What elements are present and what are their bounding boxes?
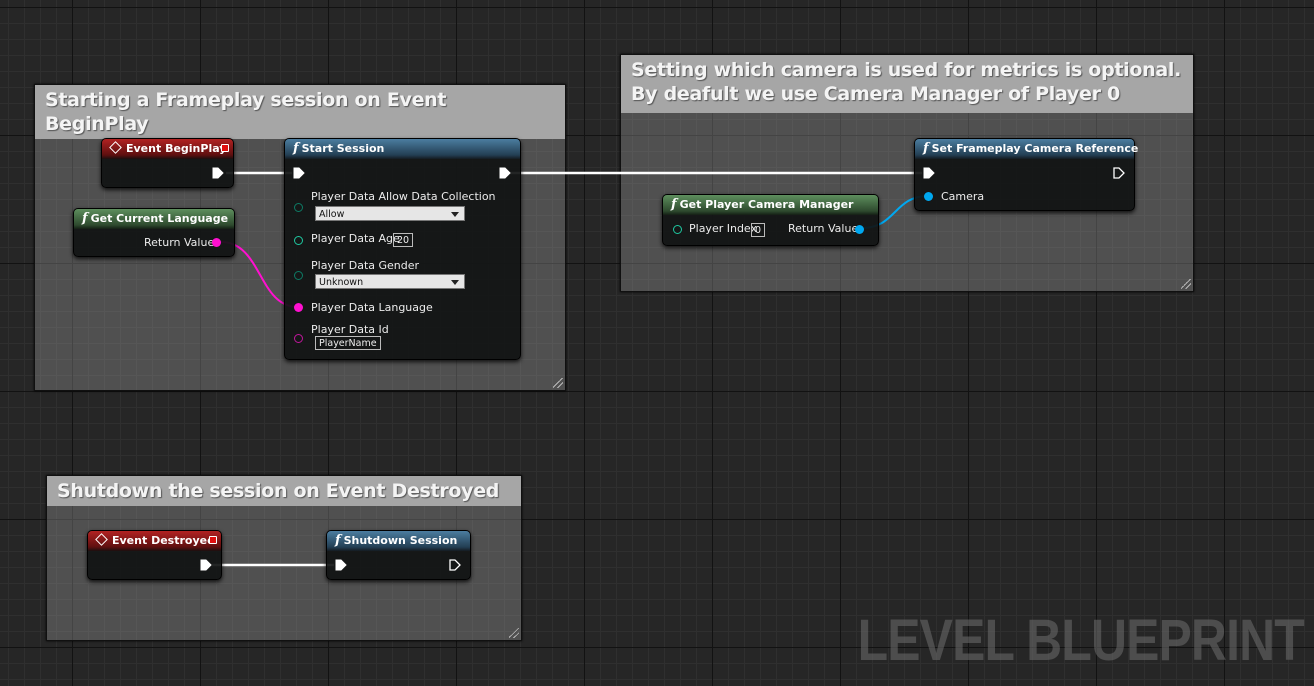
event-delegate-pin[interactable]: [209, 536, 217, 544]
object-in-pin-icon[interactable]: [924, 192, 933, 201]
wires: [212, 171, 929, 567]
function-f-icon: f: [335, 533, 341, 548]
node-event-beginplay-header[interactable]: Event BeginPlay: [102, 139, 233, 159]
player-gender-label: Player Data Gender: [311, 259, 420, 272]
exec-in-pin-icon[interactable]: [293, 167, 305, 179]
function-f-icon: f: [923, 141, 929, 156]
node-get-current-language[interactable]: f Get Current Language Return Value: [73, 208, 235, 257]
player-language-label: Player Data Language: [311, 301, 433, 314]
player-gender-dropdown[interactable]: Unknown: [315, 274, 465, 289]
function-f-icon: f: [671, 197, 677, 212]
player-index-label: Player Index: [689, 222, 758, 235]
level-blueprint-watermark: LEVEL BLUEPRINT: [857, 608, 1305, 673]
node-event-destroyed-header[interactable]: Event Destroyed: [88, 531, 221, 551]
camera-label: Camera: [941, 190, 985, 203]
exec-out-pin-icon[interactable]: [212, 167, 224, 179]
player-gender-value: Unknown: [319, 277, 364, 288]
node-title: Get Player Camera Manager: [679, 198, 854, 211]
node-title: Get Current Language: [90, 212, 229, 225]
exec-out-pin-icon[interactable]: [449, 559, 461, 571]
player-id-label: Player Data Id: [311, 323, 389, 336]
event-delegate-pin[interactable]: [221, 144, 229, 152]
node-shutdown-session-header[interactable]: f Shutdown Session: [327, 531, 470, 551]
object-out-pin-icon[interactable]: [855, 225, 864, 234]
chevron-down-icon: [451, 212, 459, 217]
node-set-frameplay-camera-reference[interactable]: f Set Frameplay Camera Reference Camera: [914, 138, 1138, 211]
byte-in-pin-icon[interactable]: [294, 203, 303, 212]
node-title: Event Destroyed: [112, 534, 215, 547]
return-value-label: Return Value: [144, 236, 215, 249]
node-get-current-language-header[interactable]: f Get Current Language: [74, 209, 234, 229]
node-event-destroyed[interactable]: Event Destroyed: [87, 530, 222, 580]
exec-out-pin-icon[interactable]: [499, 167, 511, 179]
node-get-player-camera-manager[interactable]: f Get Player Camera Manager Player Index …: [662, 194, 879, 246]
exec-out-pin-icon[interactable]: [200, 559, 212, 571]
chevron-down-icon: [451, 280, 459, 285]
allow-data-collection-dropdown[interactable]: Allow: [315, 206, 465, 221]
node-get-player-camera-manager-header[interactable]: f Get Player Camera Manager: [663, 195, 878, 215]
node-title: Event BeginPlay: [126, 142, 227, 155]
allow-data-collection-label: Player Data Allow Data Collection: [311, 190, 496, 203]
node-start-session[interactable]: f Start Session Player Data Allow Data Co…: [284, 138, 521, 360]
function-f-icon: f: [293, 141, 299, 156]
player-age-input[interactable]: 20: [393, 233, 414, 247]
node-title: Set Frameplay Camera Reference: [931, 142, 1139, 155]
allow-data-collection-value: Allow: [319, 209, 345, 220]
node-start-session-header[interactable]: f Start Session: [285, 139, 520, 159]
event-diamond-icon: [109, 141, 122, 154]
event-diamond-icon: [95, 533, 108, 546]
function-f-icon: f: [82, 211, 88, 226]
string-out-pin-icon[interactable]: [212, 238, 221, 247]
int-in-pin-icon[interactable]: [294, 236, 303, 245]
node-title: Shutdown Session: [343, 534, 458, 547]
node-set-camera-reference-header[interactable]: f Set Frameplay Camera Reference: [915, 139, 1138, 159]
exec-out-pin-icon[interactable]: [1113, 167, 1125, 179]
player-index-input[interactable]: 0: [751, 223, 766, 237]
exec-in-pin-icon[interactable]: [335, 559, 347, 571]
player-age-label: Player Data Age: [311, 232, 400, 245]
int-in-pin-icon[interactable]: [673, 225, 682, 234]
string-in-pin-icon[interactable]: [294, 303, 303, 312]
exec-in-pin-icon[interactable]: [923, 167, 935, 179]
node-title: Start Session: [301, 142, 385, 155]
node-event-beginplay[interactable]: Event BeginPlay: [101, 138, 234, 188]
player-id-input[interactable]: PlayerName: [315, 336, 381, 350]
string-in-pin-icon[interactable]: [294, 334, 303, 343]
byte-in-pin-icon[interactable]: [294, 271, 303, 280]
return-value-label: Return Value: [788, 222, 859, 235]
node-shutdown-session[interactable]: f Shutdown Session: [326, 530, 471, 580]
